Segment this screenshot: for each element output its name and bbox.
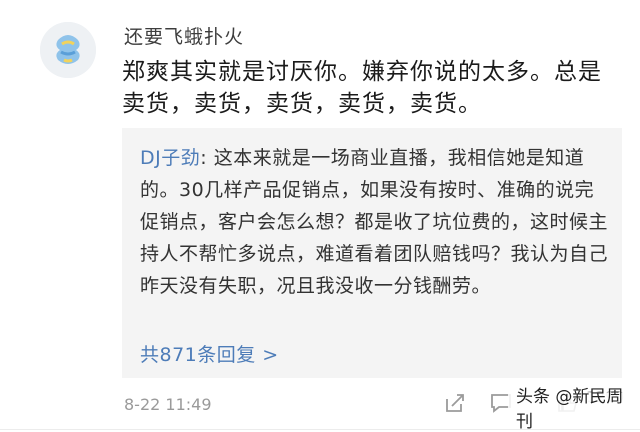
reply-count-link[interactable]: 共871条回复 >	[140, 340, 279, 367]
avatar[interactable]	[40, 22, 96, 78]
reply-box[interactable]: DJ子劲: 这本来就是一场商业直播，我相信她是知道的。30几样产品促销点，如果没…	[122, 128, 622, 378]
comment-text: 郑爽其实就是讨厌你。嫌弃你说的太多。总是卖货，卖货，卖货，卖货，卖货。	[122, 59, 602, 117]
watermark: 头条 @新民周刊	[508, 387, 640, 432]
reply-content: DJ子劲: 这本来就是一场商业直播，我相信她是知道的。30几样产品促销点，如果没…	[140, 142, 610, 302]
comment-date: 8-22 11:49	[124, 395, 212, 414]
share-icon[interactable]	[443, 391, 467, 415]
comment-username[interactable]: 还要飞蛾扑火	[124, 22, 244, 49]
avatar-illustration	[40, 22, 96, 78]
reply-author[interactable]: DJ子劲	[140, 147, 200, 169]
reply-separator: :	[200, 147, 214, 169]
reply-text: 这本来就是一场商业直播，我相信她是知道的。30几样产品促销点，如果没有按时、准确…	[140, 147, 609, 297]
